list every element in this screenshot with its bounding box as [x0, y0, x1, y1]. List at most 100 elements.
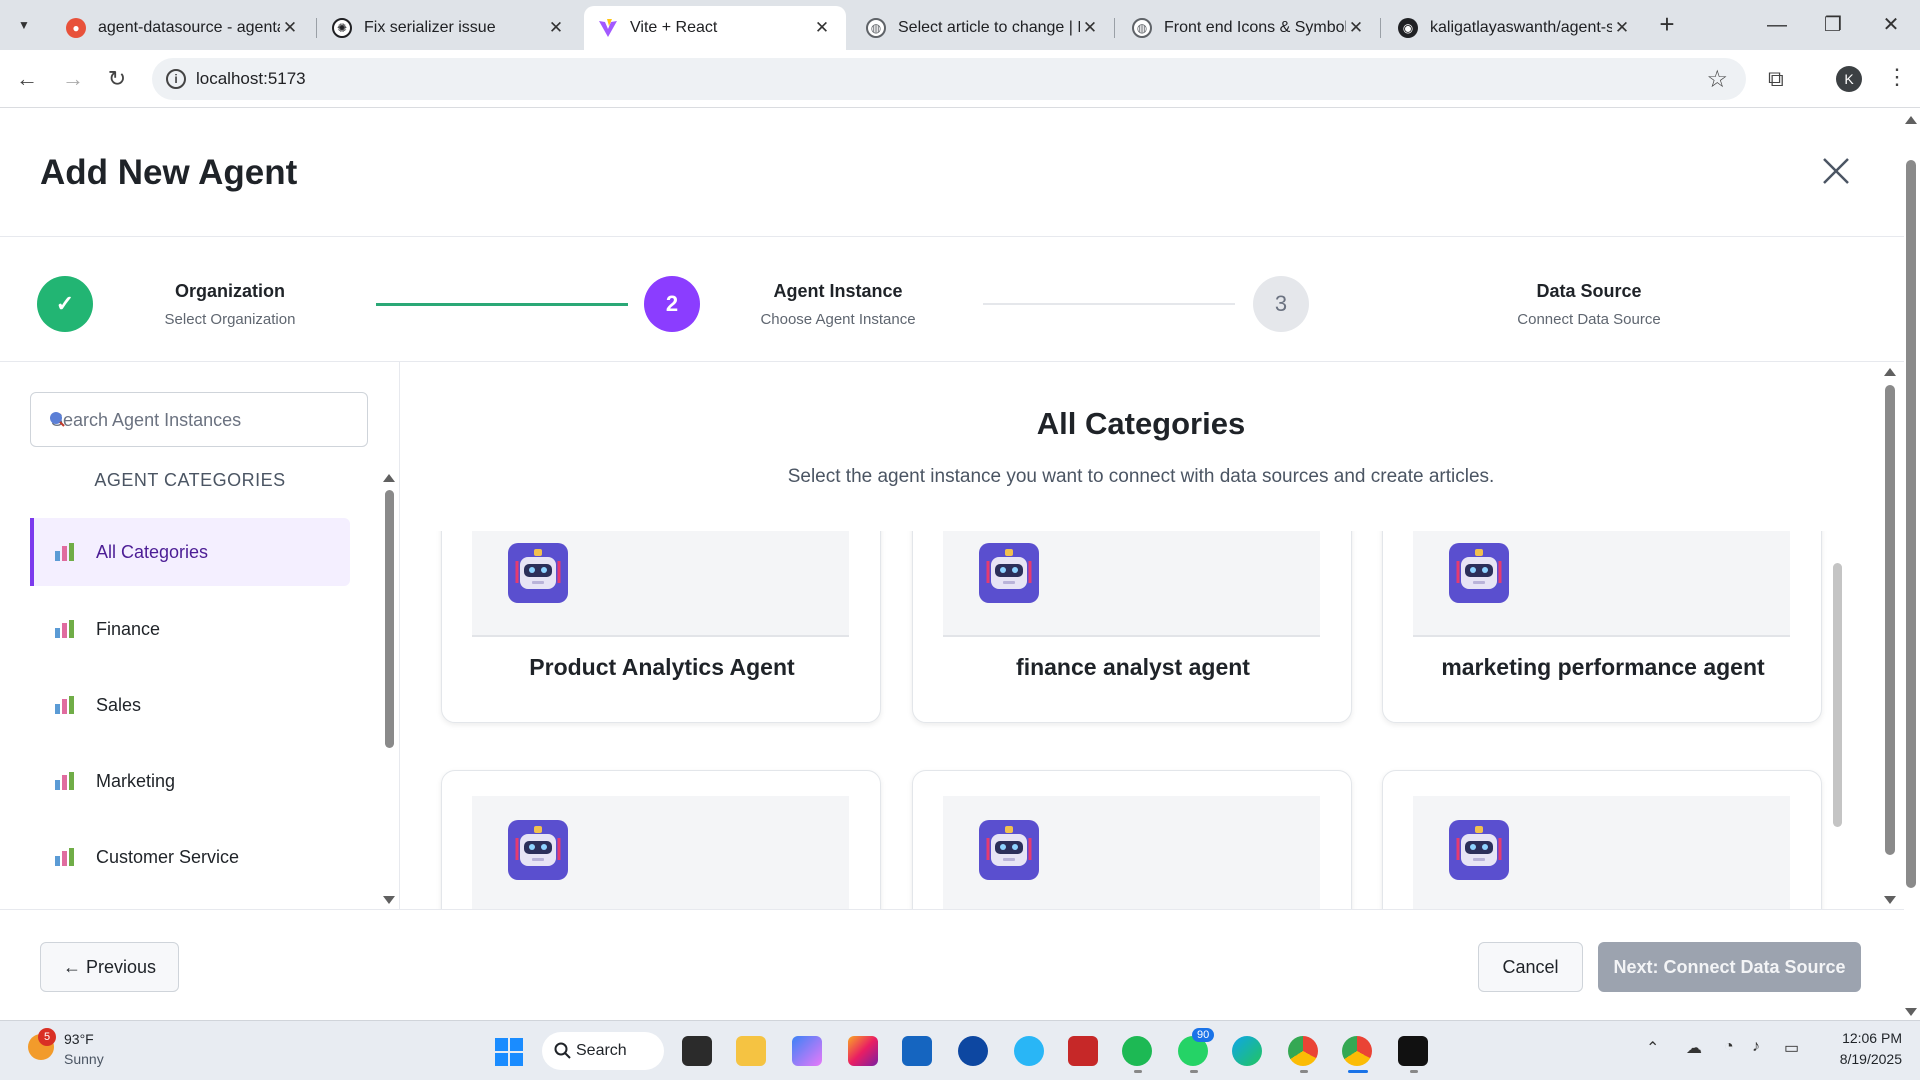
modal-close-icon[interactable]: [1818, 153, 1854, 189]
copilot-icon[interactable]: [792, 1036, 822, 1066]
next-connect-data-source-button[interactable]: Next: Connect Data Source: [1598, 942, 1861, 992]
agent-card[interactable]: [441, 770, 881, 909]
microsoft-store-icon[interactable]: [902, 1036, 932, 1066]
volume-icon[interactable]: ♪: [1752, 1038, 1760, 1056]
agent-search-field[interactable]: [30, 392, 368, 447]
tab-close-icon[interactable]: ✕: [1612, 18, 1632, 38]
agent-card-banner: [472, 796, 849, 909]
page-scroll-up-icon[interactable]: [1905, 116, 1917, 124]
category-label: Sales: [96, 694, 142, 715]
globe-favicon-icon: ◍: [1132, 18, 1152, 38]
address-bar[interactable]: i localhost:5173 ☆: [152, 58, 1746, 100]
battery-icon[interactable]: ▭: [1784, 1038, 1799, 1058]
agent-card[interactable]: [912, 770, 1352, 909]
minimize-icon[interactable]: —: [1762, 10, 1792, 40]
browser-tab-active[interactable]: Vite + React ✕: [584, 6, 846, 50]
forward-arrow-icon[interactable]: →: [56, 62, 90, 96]
chrome-icon[interactable]: [1342, 1036, 1372, 1066]
agent-card[interactable]: Product Analytics Agent: [441, 531, 881, 723]
sidebar-divider: [399, 362, 400, 909]
file-explorer-icon[interactable]: [736, 1036, 766, 1066]
instagram-icon[interactable]: [848, 1036, 878, 1066]
mcafee-icon[interactable]: [1068, 1036, 1098, 1066]
clock-time[interactable]: 12:06 PM: [1826, 1030, 1902, 1046]
tab-title: agent-datasource - agenta: [98, 19, 280, 36]
chatgpt-favicon-icon: ✺: [332, 18, 352, 38]
weather-temperature[interactable]: 93°F: [64, 1031, 94, 1047]
wifi-icon[interactable]: ◔: [1724, 1038, 1734, 1056]
address-url[interactable]: localhost:5173: [196, 69, 306, 89]
tray-chevron-up-icon[interactable]: ⌃: [1646, 1038, 1659, 1058]
agent-card-banner: [1413, 796, 1790, 909]
content-scrollbar-thumb[interactable]: [1885, 385, 1895, 855]
sidebar-scroll-down-icon[interactable]: [383, 896, 395, 904]
tab-separator: [1380, 18, 1381, 38]
category-item-marketing[interactable]: Marketing: [30, 747, 350, 815]
browser-tab[interactable]: ● agent-datasource - agenta ✕: [52, 6, 314, 50]
browser-tab[interactable]: ◍ Front end Icons & Symbols ✕: [1118, 6, 1380, 50]
taskbar-search-button[interactable]: Search: [542, 1032, 664, 1070]
bar-chart-icon: [55, 543, 74, 561]
tab-close-icon[interactable]: ✕: [812, 18, 832, 38]
windows-start-icon[interactable]: [494, 1037, 524, 1067]
browser-tab[interactable]: ✺ Fix serializer issue ✕: [318, 6, 580, 50]
edge-icon[interactable]: [1232, 1036, 1262, 1066]
content-scroll-up-icon[interactable]: [1884, 368, 1896, 376]
spotify-icon[interactable]: [1122, 1036, 1152, 1066]
agent-search-input[interactable]: [51, 406, 351, 434]
tab-title: Vite + React: [630, 19, 718, 36]
reload-icon[interactable]: ↻: [100, 62, 134, 96]
running-indicator: [1190, 1070, 1198, 1073]
profile-avatar[interactable]: K: [1836, 66, 1862, 92]
step-1-subtitle: Select Organization: [164, 311, 296, 328]
cancel-button[interactable]: Cancel: [1478, 942, 1583, 992]
agent-card[interactable]: marketing performance agent: [1382, 531, 1822, 723]
browser-menu-icon[interactable]: ⋮: [1886, 64, 1908, 90]
sidebar-scrollbar-thumb[interactable]: [385, 490, 394, 748]
window-close-icon[interactable]: ✕: [1876, 10, 1906, 40]
browser-tab[interactable]: ◍ Select article to change | D ✕: [852, 6, 1114, 50]
footer-divider: [0, 909, 1904, 910]
browser-tab[interactable]: ◉ kaligatlayaswanth/agent-s ✕: [1384, 6, 1646, 50]
task-view-icon[interactable]: [682, 1036, 712, 1066]
content-scroll-down-icon[interactable]: [1884, 896, 1896, 904]
category-item-sales[interactable]: Sales: [30, 671, 350, 739]
agent-card[interactable]: [1382, 770, 1822, 909]
bar-chart-icon: [55, 848, 74, 866]
tab-close-icon[interactable]: ✕: [280, 18, 300, 38]
clock-date[interactable]: 8/19/2025: [1826, 1051, 1902, 1067]
tab-close-icon[interactable]: ✕: [1080, 18, 1100, 38]
bookmark-star-icon[interactable]: ☆: [1706, 65, 1728, 94]
category-label: Finance: [96, 618, 161, 639]
sidebar-scroll-up-icon[interactable]: [383, 474, 395, 482]
category-item-all[interactable]: All Categories: [30, 518, 350, 586]
category-item-finance[interactable]: Finance: [30, 595, 350, 663]
tab-separator: [1114, 18, 1115, 38]
onedrive-icon[interactable]: ☁: [1686, 1038, 1702, 1058]
extensions-puzzle-icon[interactable]: ⧉: [1768, 66, 1784, 92]
restore-icon[interactable]: ❐: [1818, 10, 1848, 40]
new-tab-icon[interactable]: +: [1652, 10, 1682, 40]
hp-icon[interactable]: [958, 1036, 988, 1066]
tab-close-icon[interactable]: ✕: [1346, 18, 1366, 38]
category-item-customer-service[interactable]: Customer Service: [30, 823, 350, 891]
tab-close-icon[interactable]: ✕: [546, 18, 566, 38]
help-icon[interactable]: [1014, 1036, 1044, 1066]
tab-search-chevron-icon[interactable]: ▼: [10, 12, 38, 38]
page-scrollbar-thumb[interactable]: [1906, 160, 1916, 888]
app-icon[interactable]: [1398, 1036, 1428, 1066]
previous-button[interactable]: ← Previous: [40, 942, 179, 992]
running-indicator: [1134, 1070, 1142, 1073]
page-scroll-down-icon[interactable]: [1905, 1008, 1917, 1016]
tab-title: Select article to change | D: [898, 19, 1080, 36]
back-arrow-icon[interactable]: ←: [10, 62, 44, 96]
step-2-number: 2: [644, 276, 700, 332]
agent-categories-heading: AGENT CATEGORIES: [94, 470, 286, 490]
modal-header: Add New Agent: [0, 109, 1904, 237]
site-info-icon[interactable]: i: [166, 69, 186, 89]
tab-title: Front end Icons & Symbols: [1164, 19, 1346, 36]
chrome-profile-icon[interactable]: [1288, 1036, 1318, 1066]
weather-condition[interactable]: Sunny: [64, 1051, 104, 1067]
agent-card[interactable]: finance analyst agent: [912, 531, 1352, 723]
cards-scrollbar-thumb[interactable]: [1833, 563, 1842, 827]
